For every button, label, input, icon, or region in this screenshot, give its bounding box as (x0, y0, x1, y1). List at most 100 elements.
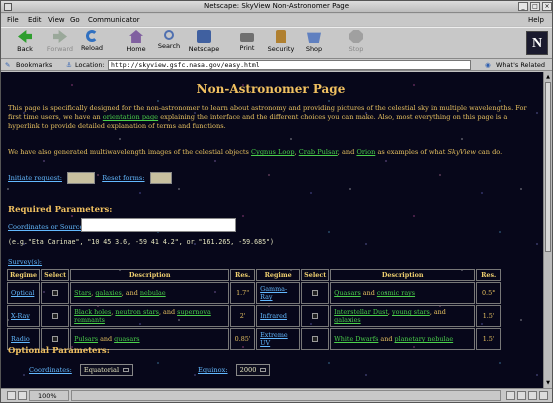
location-label: Location: (75, 61, 105, 69)
print-icon (240, 33, 254, 42)
regime-link[interactable]: Extreme UV (260, 331, 288, 347)
whats-related-icon[interactable]: ◉ (485, 61, 491, 69)
description-link[interactable]: young stars (392, 308, 430, 316)
surveys-link[interactable]: Survey(s): (8, 258, 42, 266)
description-link[interactable]: Interstellar Dust (334, 308, 388, 316)
reload-button[interactable]: Reload (75, 30, 109, 57)
coordinates-select-value: Equatorial (83, 366, 120, 374)
description-link[interactable]: neutron stars (115, 308, 159, 316)
regime-link[interactable]: Radio (11, 335, 30, 343)
orientation-page-link[interactable]: orientation page (103, 113, 158, 121)
navigation-toolbar: Back Forward Reload Home Search Netscape… (1, 27, 552, 59)
coordinates-select[interactable]: Equatorial (79, 364, 134, 376)
description-link[interactable]: Pulsars (74, 335, 98, 343)
browser-window: Netscape: SkyView Non-Astronomer Page _ … (0, 0, 553, 403)
survey-row: X-Ray Black holes, neutron stars, and sup… (7, 305, 502, 327)
stop-button[interactable]: Stop (339, 30, 373, 57)
shop-button[interactable]: Shop (297, 30, 331, 57)
vertical-scrollbar[interactable]: ▲ ▼ (543, 72, 552, 388)
survey-checkbox[interactable] (312, 290, 319, 296)
reset-forms-link[interactable]: Reset forms: (102, 174, 144, 182)
reset-button[interactable] (149, 172, 172, 184)
mail-icon[interactable] (517, 391, 526, 400)
regime-link[interactable]: X-Ray (11, 312, 30, 320)
survey-checkbox[interactable] (312, 313, 319, 319)
description-link[interactable]: Quasars (334, 289, 361, 297)
bookmarks-icon[interactable]: ✎ (5, 61, 10, 69)
menu-communicator[interactable]: Communicator (88, 16, 140, 24)
survey-table-header: Regime Select Description Res. Regime Se… (7, 269, 502, 281)
survey-table-body: Optical Stars, galaxies, and nebulae 1.7" G… (7, 282, 502, 350)
description-link[interactable]: cosmic rays (377, 289, 415, 297)
menu-go[interactable]: Go (70, 16, 80, 24)
back-button[interactable]: Back (8, 30, 42, 57)
composer-icon[interactable] (528, 391, 537, 400)
description-link[interactable]: planetary nebulae (394, 335, 453, 343)
description-link[interactable]: White Dwarfs (334, 335, 378, 343)
col-description-2: Description (330, 269, 476, 281)
close-button[interactable]: × (542, 2, 552, 11)
equinox-link[interactable]: Equinox: (198, 366, 228, 374)
survey-checkbox[interactable] (52, 313, 59, 319)
location-input[interactable]: http://skyview.gsfc.nasa.gov/easy.html (108, 60, 471, 70)
menu-help[interactable]: Help (528, 16, 544, 24)
survey-checkbox[interactable] (52, 336, 59, 342)
coordinates-link[interactable]: Coordinates or Source: (8, 223, 86, 231)
optional-parameters-heading: Optional Parameters: (8, 346, 110, 356)
security-button[interactable]: Security (264, 30, 298, 57)
description-text: and (378, 335, 395, 343)
scroll-down-icon[interactable]: ▼ (545, 379, 551, 387)
resolution-cell: 0.5° (476, 282, 502, 304)
scroll-up-icon[interactable]: ▲ (545, 73, 551, 81)
page-proxy-icon[interactable]: ⚓ (66, 61, 72, 69)
survey-checkbox[interactable] (312, 336, 319, 342)
regime-link[interactable]: Optical (11, 289, 34, 297)
forward-button[interactable]: Forward (43, 30, 77, 57)
resolution-cell: 2' (230, 305, 256, 327)
regime-cell: Optical (7, 282, 41, 304)
print-button[interactable]: Print (230, 30, 264, 57)
description-cell: White Dwarfs and planetary nebulae (330, 328, 476, 350)
netscape-logo[interactable]: N (526, 31, 548, 55)
orion-link[interactable]: Orion (356, 148, 375, 156)
description-link[interactable]: nebulae (140, 289, 166, 297)
submit-button[interactable] (67, 172, 96, 184)
select-cell (301, 305, 330, 327)
menu-edit[interactable]: Edit (28, 16, 42, 24)
description-link[interactable]: galaxies (95, 289, 121, 297)
menu-view[interactable]: View (48, 16, 65, 24)
description-link[interactable]: Stars (74, 289, 91, 297)
coordinates-option-link[interactable]: Coordinates: (29, 366, 72, 374)
coordinates-option: Coordinates: Equatorial (29, 364, 134, 376)
equinox-select[interactable]: 2000 (235, 364, 271, 376)
initiate-request-link[interactable]: Initiate request: (8, 174, 62, 182)
scrollbar-thumb[interactable] (545, 82, 551, 252)
security-label: Security (267, 45, 295, 53)
navigator-icon[interactable] (506, 391, 515, 400)
menu-file[interactable]: File (7, 16, 19, 24)
survey-table: Regime Select Description Res. Regime Se… (6, 268, 502, 351)
description-cell: Interstellar Dust, young stars, and gala… (330, 305, 476, 327)
description-link[interactable]: Black holes (74, 308, 111, 316)
search-button[interactable]: Search (152, 30, 186, 57)
crab-pulsar-link[interactable]: Crab Pulsar (299, 148, 338, 156)
whats-related-button[interactable]: What's Related (496, 61, 545, 69)
regime-cell: Gamma-Ray (256, 282, 301, 304)
surveys-label: Survey(s): (8, 258, 42, 266)
regime-link[interactable]: Gamma-Ray (260, 285, 287, 301)
search-label: Search (157, 42, 181, 50)
netscape-button[interactable]: Netscape (187, 30, 221, 57)
minimize-button[interactable]: _ (518, 2, 528, 11)
home-button[interactable]: Home (119, 30, 153, 57)
description-link[interactable]: quasars (114, 335, 139, 343)
coordinates-input[interactable] (81, 218, 236, 232)
description-link[interactable]: galaxies (334, 316, 360, 324)
survey-checkbox[interactable] (52, 290, 59, 296)
cygnus-loop-link[interactable]: Cygnus Loop (251, 148, 295, 156)
regime-link[interactable]: Infrared (260, 312, 287, 320)
security-lock-icon[interactable] (7, 391, 16, 400)
maximize-button[interactable]: □ (530, 2, 540, 11)
discussions-icon[interactable] (539, 391, 548, 400)
required-parameters-heading: Required Parameters: (8, 205, 113, 215)
bookmarks-button[interactable]: Bookmarks (16, 61, 52, 69)
